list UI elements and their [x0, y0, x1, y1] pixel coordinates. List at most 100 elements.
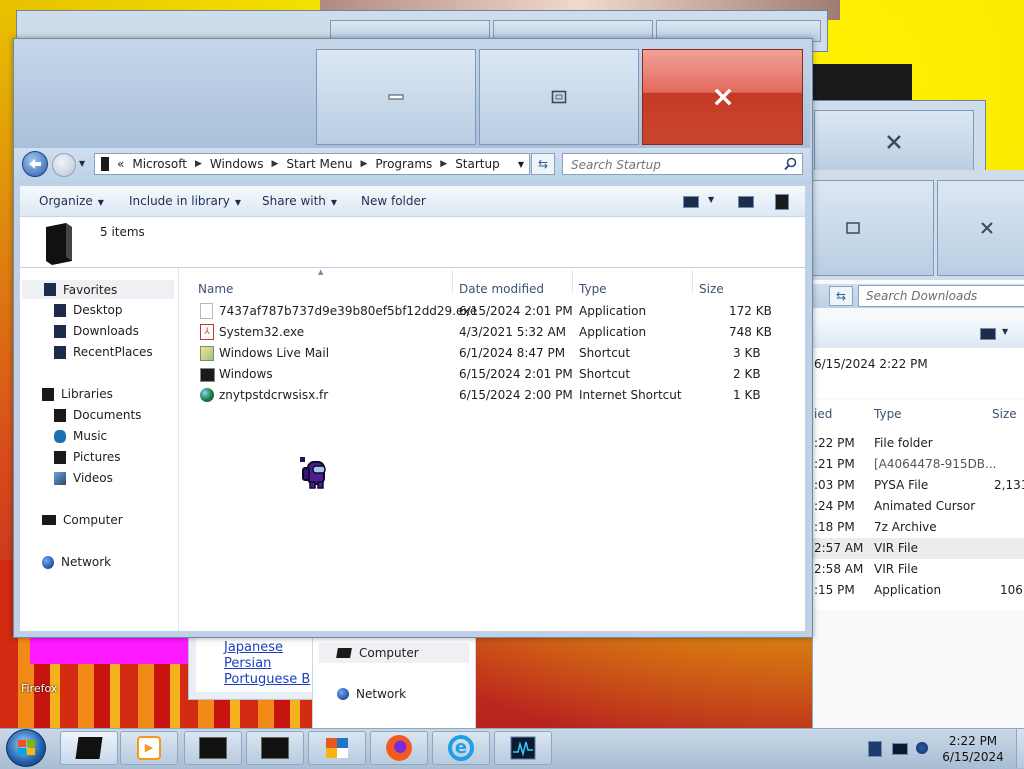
downloads-date-header: 6/15/2024 2:22 PM: [814, 357, 928, 371]
clock-date: 6/15/2024: [942, 750, 1004, 764]
downloads-row[interactable]: 2:58 AM VIR File: [812, 559, 1024, 580]
breadcrumb-separator-icon[interactable]: ▶: [195, 159, 202, 169]
taskbar-ie-button[interactable]: e: [432, 731, 490, 765]
downloads-row[interactable]: :03 PMPYSA File2,131,: [812, 475, 1024, 496]
nav-computer[interactable]: Computer: [42, 513, 123, 527]
nav-desktop[interactable]: Desktop: [54, 303, 123, 317]
close-icon: [981, 222, 993, 234]
console-icon: [261, 737, 289, 759]
breadcrumb-microsoft[interactable]: Microsoft ▶: [132, 157, 202, 171]
nav-documents[interactable]: Documents: [54, 408, 141, 422]
column-header-date[interactable]: Date modified: [459, 282, 544, 296]
breadcrumb-separator-icon[interactable]: ▶: [360, 159, 367, 169]
new-folder-button[interactable]: New folder: [361, 194, 426, 208]
downloads-row[interactable]: :18 PM 7z Archive: [812, 517, 1024, 538]
show-desktop-button[interactable]: [1016, 729, 1024, 768]
breadcrumb-startup[interactable]: Startup: [455, 157, 500, 171]
nav-libraries[interactable]: Libraries: [42, 387, 113, 401]
column-header-size[interactable]: Size: [699, 282, 724, 296]
column-header-name[interactable]: Name: [198, 282, 233, 296]
nav-favorites[interactable]: Favorites: [22, 280, 174, 299]
downloads-search-box[interactable]: Search Downloads: [858, 285, 1024, 307]
language-link-persian[interactable]: Persian: [224, 656, 271, 671]
breadcrumb-separator-icon[interactable]: ▶: [440, 159, 447, 169]
change-view-icon[interactable]: [683, 196, 699, 208]
chevron-down-icon[interactable]: ▼: [708, 195, 714, 204]
nav-videos[interactable]: Videos: [54, 471, 113, 485]
column-divider[interactable]: [692, 270, 693, 294]
search-icon[interactable]: [784, 157, 797, 171]
downloads-column-type[interactable]: Type: [874, 407, 902, 421]
column-header-type[interactable]: Type: [579, 282, 607, 296]
minimize-button[interactable]: [316, 49, 476, 145]
help-icon[interactable]: [775, 194, 789, 210]
taskbar-console-button-1[interactable]: [184, 731, 242, 765]
breadcrumb-programs[interactable]: Programs ▶: [375, 157, 447, 171]
nav-pictures[interactable]: Pictures: [54, 450, 121, 464]
stacked-close-button[interactable]: [814, 110, 974, 174]
taskbar-firefox-button[interactable]: [370, 731, 428, 765]
file-row[interactable]: Windows Live Mail 6/1/2024 8:47 PM Short…: [196, 343, 776, 364]
taskbar-explorer-button[interactable]: [60, 731, 118, 765]
desktop-label-firefox[interactable]: Firefox: [21, 682, 57, 695]
tray-display-icon[interactable]: [892, 743, 908, 755]
file-row[interactable]: Windows 6/15/2024 2:01 PM Shortcut 2 KB: [196, 364, 776, 385]
preview-pane-icon[interactable]: [738, 196, 754, 208]
view-icon[interactable]: [980, 328, 996, 340]
address-dropdown-icon[interactable]: ▼: [518, 160, 524, 169]
downloads-column-date[interactable]: ied: [814, 407, 832, 421]
downloads-close-button[interactable]: [937, 180, 1024, 276]
downloads-refresh-button[interactable]: ⇆: [829, 286, 853, 306]
file-row[interactable]: ⅄ System32.exe 4/3/2021 5:32 AM Applicat…: [196, 322, 776, 343]
breadcrumb-overflow[interactable]: «: [117, 157, 124, 171]
taskbar-media-player-button[interactable]: ▶: [120, 731, 178, 765]
breadcrumb-windows[interactable]: Windows ▶: [210, 157, 279, 171]
downloads-row[interactable]: :24 PM Animated Cursor: [812, 496, 1024, 517]
downloads-toolbar: ▼: [812, 318, 1024, 348]
taskbar-office-button[interactable]: [308, 731, 366, 765]
file-row[interactable]: 7437af787b737d9e39b80ef5bf12dd29.exe 6/1…: [196, 301, 776, 322]
address-bar[interactable]: « Microsoft ▶ Windows ▶ Start Menu ▶ Progra…: [94, 153, 530, 175]
nav-recent-places[interactable]: RecentPlaces: [54, 345, 153, 359]
taskbar-monitor-button[interactable]: [494, 731, 552, 765]
forward-button[interactable]: [52, 153, 76, 177]
mail-icon: [200, 346, 214, 361]
search-input[interactable]: [569, 155, 783, 175]
downloads-row-selected[interactable]: 2:57 AM VIR File: [812, 538, 1024, 559]
refresh-button[interactable]: ⇆: [531, 153, 555, 175]
organize-button[interactable]: Organize ▼: [39, 194, 104, 208]
file-row[interactable]: znytpstdcrwsisx.fr 6/15/2024 2:00 PM Int…: [196, 385, 776, 406]
search-box[interactable]: [562, 153, 803, 175]
share-with-button[interactable]: Share with ▼: [262, 194, 337, 208]
clock-time: 2:22 PM: [948, 734, 998, 748]
language-link-japanese[interactable]: Japanese: [224, 640, 283, 655]
breadcrumb-start-menu[interactable]: Start Menu ▶: [286, 157, 367, 171]
language-link-portuguese[interactable]: Portuguese B: [224, 672, 310, 687]
tray-network-icon[interactable]: [868, 741, 882, 757]
behind-nav-computer[interactable]: Computer: [319, 643, 469, 663]
tray-volume-icon[interactable]: [916, 742, 928, 754]
column-divider[interactable]: [572, 270, 573, 294]
breadcrumb-separator-icon[interactable]: ▶: [271, 159, 278, 169]
recent-places-icon: [54, 345, 66, 359]
network-icon: [337, 688, 349, 700]
start-button[interactable]: [6, 729, 46, 767]
maximize-button[interactable]: [479, 49, 639, 145]
downloads-column-size[interactable]: Size: [992, 407, 1017, 421]
include-in-library-button[interactable]: Include in library ▼: [129, 194, 241, 208]
taskbar-clock[interactable]: 2:22 PM 6/15/2024: [930, 733, 1016, 765]
behind-nav-network[interactable]: Network: [337, 687, 406, 701]
downloads-row[interactable]: :21 PM [A4064478-915DB...: [812, 454, 1024, 475]
network-icon: [42, 555, 54, 569]
downloads-row[interactable]: :22 PM File folder: [812, 433, 1024, 454]
taskbar-console-button-2[interactable]: [246, 731, 304, 765]
nav-network[interactable]: Network: [42, 555, 111, 569]
chevron-down-icon[interactable]: ▼: [1002, 327, 1008, 336]
column-divider[interactable]: [452, 270, 453, 294]
close-button[interactable]: [642, 49, 803, 145]
downloads-row[interactable]: :15 PMApplication106,: [812, 580, 1024, 601]
nav-downloads[interactable]: Downloads: [54, 324, 139, 338]
recent-pages-chevron-icon[interactable]: ▼: [79, 159, 85, 168]
back-button[interactable]: [22, 151, 48, 177]
nav-music[interactable]: Music: [54, 429, 107, 443]
